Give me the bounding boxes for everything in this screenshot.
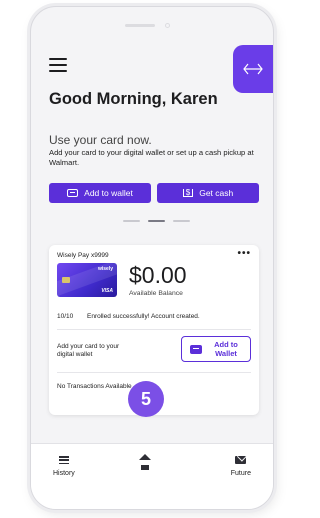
- phone-frame: Good Morning, Karen Use your card now. A…: [30, 6, 274, 510]
- phone-notch: [125, 22, 185, 28]
- card-network: VISA: [101, 288, 113, 294]
- card-image: wisely VISA: [57, 263, 117, 297]
- nav-future[interactable]: Future: [231, 456, 251, 477]
- enroll-date: 10/10: [57, 313, 74, 320]
- wallet-icon: [190, 344, 202, 354]
- swap-button[interactable]: [233, 45, 273, 93]
- nav-history-label: History: [53, 470, 75, 477]
- more-options-icon[interactable]: •••: [237, 248, 251, 259]
- get-cash-label: Get cash: [199, 188, 234, 198]
- account-name: Wisely Pay x9999: [57, 252, 109, 259]
- menu-icon[interactable]: [49, 58, 67, 72]
- add-wallet-prompt: Add your card to your digital wallet: [57, 343, 120, 358]
- future-icon: [235, 456, 247, 464]
- balance-label: Available Balance: [129, 290, 183, 297]
- nav-home[interactable]: [139, 454, 151, 470]
- enroll-message: Enrolled successfully! Account created.: [87, 313, 200, 320]
- add-to-wallet-label: Add to wallet: [84, 188, 133, 198]
- list-icon: [58, 456, 69, 464]
- bottom-nav: History Future: [31, 443, 273, 509]
- get-cash-button[interactable]: $ Get cash: [157, 183, 259, 203]
- divider: [57, 372, 251, 373]
- add-to-wallet-button[interactable]: Add to wallet: [49, 183, 151, 203]
- use-card-title: Use your card now.: [49, 133, 152, 147]
- greeting-title: Good Morning, Karen: [49, 90, 218, 108]
- add-to-wallet-outline-button[interactable]: Add to Wallet: [181, 336, 251, 362]
- step-number-badge: 5: [128, 381, 164, 417]
- card-brand: wisely: [97, 266, 113, 272]
- balance-amount: $0.00: [129, 262, 187, 288]
- page-dot[interactable]: [173, 220, 190, 222]
- swap-arrows-icon: [243, 63, 263, 75]
- nav-future-label: Future: [230, 470, 251, 477]
- card-chip-icon: [62, 277, 70, 283]
- cash-icon: $: [182, 189, 194, 197]
- home-icon: [139, 454, 151, 460]
- use-card-subtitle: Add your card to your digital wallet or …: [49, 148, 254, 167]
- page-indicator[interactable]: [123, 220, 190, 222]
- nav-history[interactable]: History: [53, 456, 75, 477]
- add-to-wallet-outline-label: Add to Wallet: [214, 340, 238, 358]
- divider: [57, 329, 251, 330]
- no-transactions-text: No Transactions Available: [57, 383, 132, 390]
- wallet-icon: [67, 189, 79, 197]
- page-dot-active[interactable]: [148, 220, 165, 222]
- page-dot[interactable]: [123, 220, 140, 222]
